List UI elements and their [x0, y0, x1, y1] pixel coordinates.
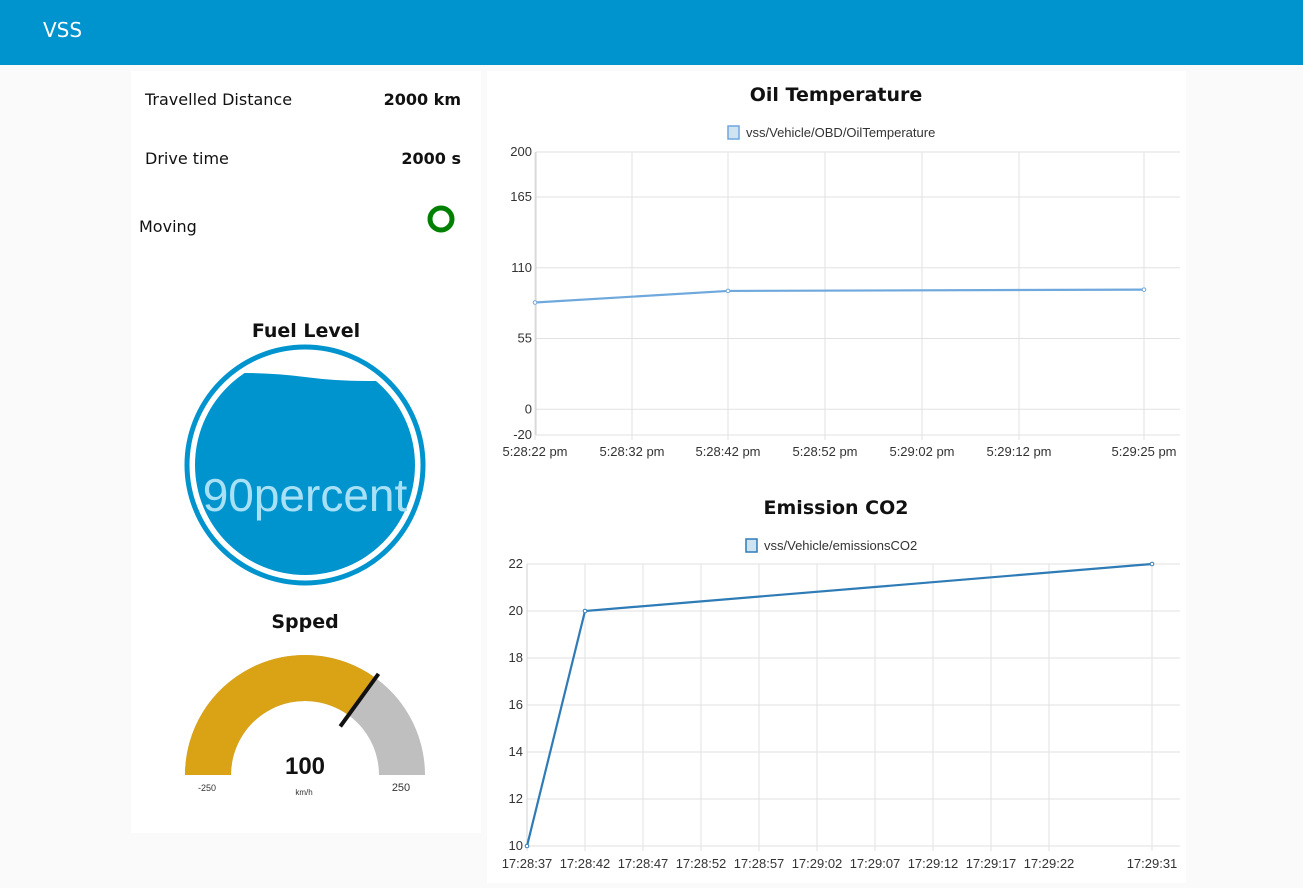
x-tick-label: 17:28:47 [618, 856, 669, 871]
y-tick-label: 200 [510, 144, 532, 159]
x-tick-label: 5:28:32 pm [599, 444, 664, 459]
speed-unit: km/h [295, 788, 312, 797]
x-tick-label: 5:29:25 pm [1111, 444, 1176, 459]
oil-temperature-title: Oil Temperature [749, 84, 923, 106]
data-point [582, 608, 588, 614]
x-tick-label: 17:28:52 [676, 856, 727, 871]
x-tick-label: 5:28:52 pm [792, 444, 857, 459]
speed-min-label: -250 [198, 783, 216, 793]
emission-co2-title: Emission CO2 [763, 497, 909, 519]
speed-value: 100 [285, 753, 325, 780]
legend-label: vss/Vehicle/OBD/OilTemperature [746, 125, 935, 140]
data-point [725, 288, 731, 294]
y-tick-label: 20 [509, 603, 523, 618]
series-line [534, 288, 1145, 304]
y-tick-label: 14 [509, 744, 523, 759]
y-tick-label: 0 [525, 401, 532, 416]
drive-time-value: 2000 s [401, 149, 461, 168]
speed-max-label: 250 [392, 782, 410, 794]
fuel-level-gauge: 90percent [184, 344, 426, 586]
y-tick-label: -20 [513, 427, 532, 442]
moving-status-indicator [427, 205, 455, 233]
fuel-level-title: Fuel Level [251, 320, 361, 342]
y-tick-label: 110 [511, 260, 532, 275]
x-tick-label: 17:29:12 [908, 856, 959, 871]
x-tick-label: 17:29:02 [792, 856, 843, 871]
y-tick-label: 16 [509, 697, 523, 712]
x-tick-label: 5:29:02 pm [889, 444, 954, 459]
travelled-distance-value: 2000 km [383, 90, 461, 109]
x-tick-label: 17:28:42 [560, 856, 611, 871]
y-tick-label: 18 [509, 650, 523, 665]
oil-temperature-chart: vss/Vehicle/OBD/OilTemperature -20 0 55 110 1… [502, 125, 1180, 459]
x-tick-label: 5:28:42 pm [695, 444, 760, 459]
legend-swatch [727, 125, 740, 140]
y-tick-label: 12 [509, 791, 523, 806]
data-point [1141, 287, 1147, 292]
x-tick-label: 17:28:37 [502, 856, 553, 871]
drive-time-label: Drive time [145, 149, 229, 168]
x-tick-label: 5:28:22 pm [502, 444, 567, 459]
app-title: VSS [43, 18, 83, 42]
emission-co2-chart: vss/Vehicle/emissionsCO2 10 12 14 16 18 20 22 17… [502, 538, 1180, 871]
x-tick-label: 17:29:07 [850, 856, 901, 871]
y-tick-label: 165 [510, 189, 532, 204]
status-ring-icon [427, 205, 455, 233]
x-tick-label: 5:29:12 pm [986, 444, 1051, 459]
speed-title: Spped [271, 611, 339, 633]
y-tick-label: 22 [509, 556, 523, 571]
x-tick-label: 17:28:57 [734, 856, 785, 871]
x-tick-label: 17:29:22 [1024, 856, 1075, 871]
legend-swatch [745, 538, 758, 553]
speed-gauge: 100 km/h -250 250 [185, 655, 425, 797]
moving-label: Moving [139, 217, 197, 236]
data-point [532, 300, 538, 305]
y-tick-label: 10 [509, 838, 523, 853]
data-point [524, 843, 530, 849]
legend-label: vss/Vehicle/emissionsCO2 [764, 538, 917, 553]
x-tick-label: 17:29:17 [966, 856, 1017, 871]
travelled-distance-label: Travelled Distance [145, 90, 293, 109]
y-tick-label: 55 [518, 331, 532, 346]
x-tick-label: 17:29:31 [1127, 856, 1178, 871]
top-bar: VSS [0, 0, 1303, 65]
fuel-level-value: 90percent [203, 469, 408, 521]
data-point [1149, 561, 1155, 567]
